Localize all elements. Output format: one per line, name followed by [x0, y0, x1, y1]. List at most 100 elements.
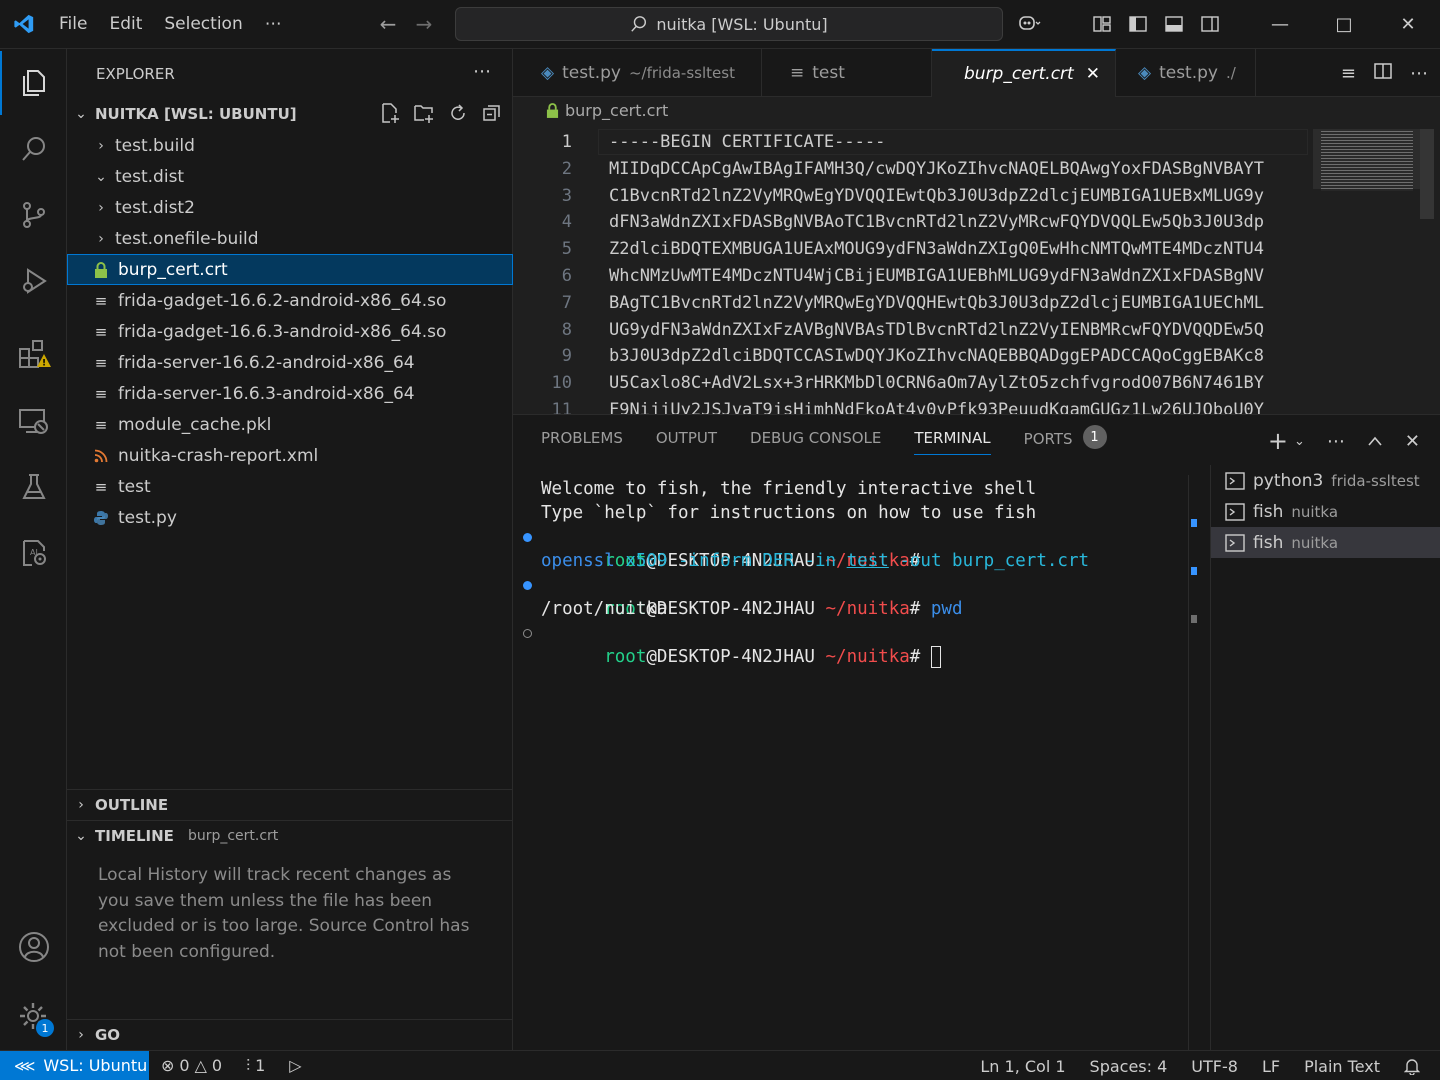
refresh-icon[interactable]	[447, 102, 469, 128]
line-number: 6	[561, 265, 572, 286]
panel-more-actions-icon[interactable]: ⋯	[1327, 431, 1345, 452]
new-folder-icon[interactable]	[413, 102, 435, 128]
tree-folder-test-onefile-build[interactable]: › test.onefile-build	[67, 223, 513, 254]
tab-test-py-local[interactable]: ◈ test.py ./	[1116, 49, 1256, 97]
maximize-panel-icon[interactable]	[1367, 431, 1383, 452]
minimap[interactable]	[1321, 131, 1413, 191]
tree-folder-test-dist[interactable]: ⌄ test.dist	[67, 161, 513, 192]
tab-terminal[interactable]: TERMINAL	[914, 429, 991, 455]
tree-folder-test-dist2[interactable]: › test.dist2	[67, 192, 513, 223]
toggle-primary-sidebar-icon[interactable]	[1120, 0, 1156, 48]
tree-file[interactable]: ≡ test	[67, 471, 513, 502]
command-success-dot-icon	[523, 533, 532, 542]
tab-test-py-frida[interactable]: ◈ test.py ~/frida-ssltest	[513, 49, 762, 97]
editor-more-actions-icon[interactable]: ⋯	[1410, 63, 1428, 84]
maximize-button[interactable]: □	[1312, 0, 1376, 48]
command-center-search[interactable]: nuitka [WSL: Ubuntu]	[455, 7, 1003, 41]
terminal-instance[interactable]: fish nuitka	[1211, 496, 1440, 527]
open-changes-icon[interactable]: ≡	[1341, 63, 1356, 84]
terminal-cwd: nuitka	[1291, 502, 1339, 521]
problems-status[interactable]: ⊗ 0 △ 0	[149, 1056, 234, 1075]
close-tab-icon[interactable]: ✕	[1086, 64, 1100, 84]
minimize-button[interactable]: —	[1248, 0, 1312, 48]
run-debug-icon[interactable]	[0, 249, 67, 313]
file-lines-icon: ≡	[94, 322, 108, 341]
title-bar: File Edit Selection ⋯ ← → nuitka [WSL: U…	[0, 0, 1440, 49]
terminal-prompt-line: root@DESKTOP-4N2JHAU ~/nuitka#	[523, 525, 1191, 571]
toggle-panel-icon[interactable]	[1156, 0, 1192, 48]
tree-file[interactable]: ≡ frida-server-16.6.3-android-x86_64	[67, 378, 513, 409]
tree-folder-test-build[interactable]: › test.build	[67, 130, 513, 161]
manage-gear-icon[interactable]: 1	[0, 985, 67, 1049]
menu-more[interactable]: ⋯	[254, 14, 293, 34]
tree-file[interactable]: ≡ module_cache.pkl	[67, 409, 513, 440]
cursor-position[interactable]: Ln 1, Col 1	[968, 1057, 1077, 1076]
code-editor[interactable]: 1 -----BEGIN CERTIFICATE----- 2 MIIDqDCCAp…	[513, 129, 1313, 414]
remote-label: WSL: Ubuntu	[43, 1056, 148, 1075]
forward-arrow-icon[interactable]: →	[406, 8, 442, 40]
chevron-down-icon[interactable]: ⌄	[1294, 434, 1305, 449]
tab-debug-console[interactable]: DEBUG CONSOLE	[750, 429, 881, 455]
end-of-line[interactable]: LF	[1250, 1057, 1292, 1076]
tree-file[interactable]: test.py	[67, 502, 513, 533]
go-section-header[interactable]: › GO	[67, 1019, 513, 1049]
remote-explorer-icon[interactable]	[0, 389, 67, 453]
breadcrumb[interactable]: burp_cert.crt	[546, 101, 668, 120]
copilot-icon[interactable]	[1004, 0, 1054, 48]
debug-play-icon: ▷	[289, 1056, 302, 1075]
new-file-icon[interactable]	[379, 102, 401, 128]
svg-text:!: !	[41, 359, 45, 369]
extensions-icon[interactable]: !	[0, 323, 67, 387]
customize-layout-icon[interactable]	[1084, 0, 1120, 48]
split-editor-icon[interactable]	[1374, 62, 1392, 84]
language-mode[interactable]: Plain Text	[1292, 1057, 1392, 1076]
terminal-prompt-line: root@DESKTOP-4N2JHAU ~/nuitka#	[523, 621, 1191, 668]
timeline-message: Local History will track recent changes …	[98, 865, 470, 962]
tab-test[interactable]: ≡ test	[762, 49, 932, 97]
editor-scrollbar[interactable]	[1420, 129, 1434, 219]
tree-file[interactable]: ≡ frida-gadget-16.6.3-android-x86_64.so	[67, 316, 513, 347]
accounts-icon[interactable]	[0, 915, 67, 979]
terminal-scrollbar[interactable]	[1188, 475, 1210, 1051]
tab-label: test.py	[1159, 63, 1218, 83]
encoding[interactable]: UTF-8	[1179, 1057, 1250, 1076]
debug-status[interactable]: ▷	[277, 1056, 313, 1075]
file-tree: › test.build ⌄ test.dist › test.dist2 › …	[67, 130, 513, 533]
explorer-icon[interactable]	[0, 51, 67, 115]
settings-update-badge: 1	[36, 1019, 54, 1037]
tab-problems[interactable]: PROBLEMS	[541, 429, 623, 455]
workspace-folder-header[interactable]: ⌄ NUITKA [WSL: UBUNTU]	[67, 99, 513, 129]
notifications-bell-icon[interactable]	[1392, 1057, 1440, 1075]
tree-file[interactable]: nuitka-crash-report.xml	[67, 440, 513, 471]
remote-indicator[interactable]: ⋘ WSL: Ubuntu	[0, 1050, 149, 1080]
tab-burp-cert[interactable]: burp_cert.crt ✕	[932, 49, 1116, 97]
terminal-output[interactable]: Welcome to fish, the friendly interactiv…	[523, 477, 1191, 668]
collapse-all-icon[interactable]	[481, 102, 503, 128]
close-panel-icon[interactable]: ✕	[1405, 431, 1420, 452]
terminal-instance[interactable]: python3 frida-ssltest	[1211, 465, 1440, 496]
source-control-icon[interactable]	[0, 183, 67, 247]
menu-file[interactable]: File	[48, 14, 98, 34]
container-tools-icon[interactable]: AI	[0, 521, 67, 585]
toggle-secondary-sidebar-icon[interactable]	[1192, 0, 1228, 48]
code-line: 6 WhcNMzUwMTE4MDczNTU4WjCBijEUMBIGA1UEBhM…	[513, 263, 1313, 290]
timeline-section-header[interactable]: ⌄ TIMELINE burp_cert.crt	[67, 820, 513, 850]
search-icon[interactable]	[0, 117, 67, 181]
line-text: -----BEGIN CERTIFICATE-----	[609, 132, 886, 152]
tab-output[interactable]: OUTPUT	[656, 429, 717, 455]
tab-ports[interactable]: PORTS 1	[1024, 425, 1107, 455]
menu-edit[interactable]: Edit	[98, 14, 153, 34]
new-terminal-icon[interactable]: +	[1268, 427, 1288, 455]
tree-file-burp-cert[interactable]: burp_cert.crt	[67, 254, 513, 285]
explorer-more-actions-icon[interactable]: ⋯	[473, 61, 491, 82]
back-arrow-icon[interactable]: ←	[370, 8, 406, 40]
tree-file[interactable]: ≡ frida-server-16.6.2-android-x86_64	[67, 347, 513, 378]
outline-section-header[interactable]: › OUTLINE	[67, 789, 513, 819]
indentation[interactable]: Spaces: 4	[1078, 1057, 1180, 1076]
close-window-button[interactable]: ✕	[1376, 0, 1440, 48]
tree-file[interactable]: ≡ frida-gadget-16.6.2-android-x86_64.so	[67, 285, 513, 316]
ports-status[interactable]: ⫶ 1	[234, 1056, 277, 1076]
menu-selection[interactable]: Selection	[153, 14, 253, 34]
testing-flask-icon[interactable]	[0, 455, 67, 519]
terminal-instance[interactable]: fish nuitka	[1211, 527, 1440, 558]
